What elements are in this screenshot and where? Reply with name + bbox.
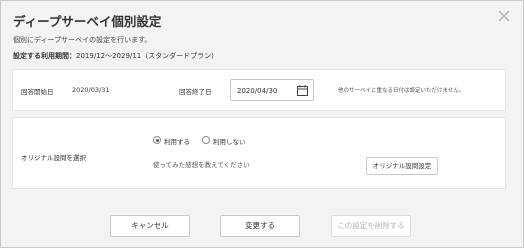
- end-date-value: 2020/04/30: [237, 87, 278, 95]
- usage-period-label: 設定する利用期間：: [13, 52, 76, 60]
- change-button[interactable]: 変更する: [220, 215, 300, 237]
- survey-settings-dialog: ディープサーベイ個別設定 個別にディープサーベイの設定を行います。 設定する利用…: [0, 0, 524, 248]
- date-note: 他のサーベイと重なる日付は設定いただけません。: [338, 88, 465, 94]
- calendar-icon[interactable]: [297, 85, 308, 96]
- end-date-label: 回答終了日: [179, 88, 212, 96]
- radio-not-use-label: 利用しない: [213, 138, 246, 146]
- date-settings-card: 回答開始日 2020/03/31 回答終了日 2020/04/30 他のサーベイ…: [12, 69, 506, 111]
- usage-period-value: 2019/12〜2029/11（スタンダードプラン）: [76, 52, 219, 60]
- dialog-description: 個別にディープサーベイの設定を行います。: [13, 36, 152, 44]
- radio-not-use[interactable]: [202, 136, 210, 144]
- original-question-settings-button[interactable]: オリジナル設問設定: [366, 157, 438, 175]
- original-question-card: オリジナル設問を選択 利用する 利用しない 使ってみた感想を教えてください オリ…: [12, 117, 506, 189]
- original-question-text: 使ってみた感想を教えてください: [153, 161, 250, 169]
- radio-use-label: 利用する: [164, 138, 190, 146]
- close-icon[interactable]: [497, 9, 511, 23]
- start-date-value: 2020/03/31: [72, 86, 110, 94]
- dialog-title: ディープサーベイ個別設定: [13, 14, 162, 29]
- delete-setting-button[interactable]: この設定を削除する: [331, 215, 411, 237]
- cancel-button[interactable]: キャンセル: [110, 215, 190, 237]
- start-date-label: 回答開始日: [21, 88, 54, 96]
- usage-period: 設定する利用期間：2019/12〜2029/11（スタンダードプラン）: [13, 51, 218, 61]
- original-question-label: オリジナル設問を選択: [21, 154, 86, 162]
- end-date-input[interactable]: 2020/04/30: [230, 79, 314, 101]
- radio-use[interactable]: [153, 136, 161, 144]
